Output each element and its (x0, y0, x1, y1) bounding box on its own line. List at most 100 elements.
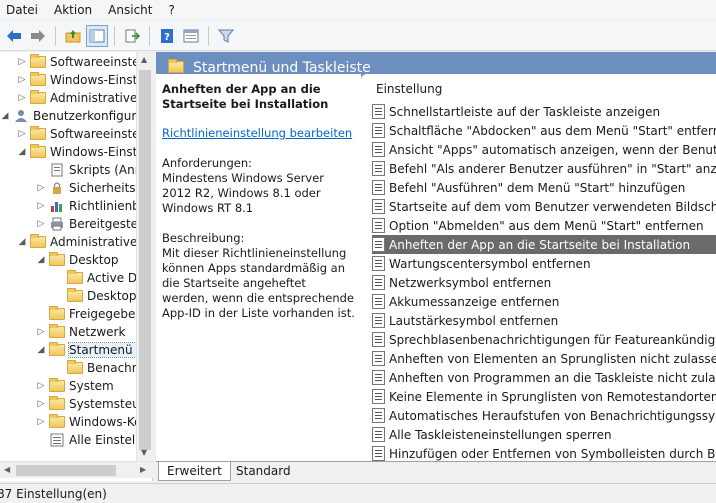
expand-arrow-icon[interactable]: ▷ (36, 399, 46, 409)
collapse-arrow-icon[interactable]: ◢ (0, 111, 10, 121)
tree-hscroll-thumb[interactable] (16, 465, 116, 476)
scroll-right-icon[interactable]: ▶ (140, 465, 146, 474)
tab-standard[interactable]: Standard (228, 462, 299, 481)
tree-item[interactable]: ▷ Richtlinienb (36, 197, 140, 215)
expand-arrow-icon[interactable]: ▷ (17, 57, 27, 67)
list-item-selected[interactable]: Anheften der App an die Startseite bei I… (372, 235, 716, 254)
expand-arrow-icon[interactable]: ▷ (36, 201, 46, 211)
menu-datei[interactable]: Datei (0, 3, 46, 17)
expand-arrow-icon[interactable]: ▷ (36, 327, 46, 337)
tree-item[interactable]: ▷ Bereitgestell (36, 215, 145, 233)
list-item[interactable]: Alle Taskleisteneinstellungen sperren (372, 425, 716, 444)
toolbar-separator (114, 25, 115, 46)
tree-item[interactable]: ◢ Windows-Einste (17, 143, 145, 161)
list-item[interactable]: Lautstärkesymbol entfernen (372, 311, 716, 330)
list-item[interactable]: Befehl "Als anderer Benutzer ausführen" … (372, 159, 716, 178)
tree-item[interactable]: ◢ Desktop (36, 251, 119, 269)
help-button[interactable]: ? (156, 25, 178, 47)
list-item[interactable]: Schnellstartleiste auf der Taskleiste an… (372, 102, 716, 121)
tree-item[interactable]: Active D (54, 269, 137, 287)
scroll-down-icon[interactable]: ▼ (141, 448, 147, 457)
properties-button[interactable] (180, 25, 202, 47)
collapse-arrow-icon[interactable]: ◢ (36, 255, 46, 265)
tree-item-label: Windows-Ko (69, 415, 142, 429)
column-header-setting[interactable]: Einstellung (361, 74, 716, 102)
tree-item-label: Sicherheitse (69, 181, 143, 195)
scroll-left-icon[interactable]: ◀ (4, 465, 10, 474)
list-item[interactable]: Hinzufügen oder Entfernen von Symbolleis… (372, 444, 716, 462)
menu-help[interactable]: ? (160, 3, 182, 17)
tree-item[interactable]: ▷ Netzwerk (36, 323, 125, 341)
edit-policy-link[interactable]: Richtlinieneinstellung bearbeiten (162, 126, 355, 141)
tree-horizontal-scrollbar[interactable]: ◀ ▶ (0, 461, 153, 478)
list-item[interactable]: Akkumessanzeige entfernen (372, 292, 716, 311)
requirements-label: Anforderungen: (162, 156, 252, 170)
forward-button[interactable] (27, 25, 49, 47)
tree-scroll-thumb[interactable] (139, 70, 151, 450)
tree-item-label: Skripts (Anm (69, 163, 147, 177)
tree-item[interactable]: ◢ Benutzerkonfigurat (0, 107, 149, 125)
tree-item[interactable]: ▷ Windows-Einste (17, 71, 145, 89)
expand-arrow-icon[interactable]: ▷ (36, 381, 46, 391)
list-item[interactable]: Automatisches Heraufstufen von Benachric… (372, 406, 716, 425)
expand-arrow-icon[interactable]: ▷ (36, 417, 46, 427)
tree-item[interactable]: ◢ Administrative V (17, 233, 149, 251)
folder-icon (30, 234, 46, 249)
expand-arrow-icon[interactable]: ▷ (17, 93, 27, 103)
tree-item[interactable]: Alle Einstellu (36, 431, 146, 449)
collapse-arrow-icon[interactable]: ◢ (36, 345, 46, 355)
expand-arrow-icon[interactable]: ▷ (17, 75, 27, 85)
toolbar-separator (208, 25, 209, 46)
tree-item[interactable]: ▷ Softwareeinstell (17, 53, 146, 71)
list-item[interactable]: Anheften von Programmen an die Taskleist… (372, 368, 716, 387)
folder-icon (67, 360, 83, 375)
menu-ansicht[interactable]: Ansicht (100, 3, 160, 17)
tree-item[interactable]: Freigegeben (36, 305, 143, 323)
settings-list-icon (49, 433, 65, 447)
up-folder-button[interactable] (62, 25, 84, 47)
policy-icon (372, 237, 385, 252)
list-item[interactable]: Startseite auf dem vom Benutzer verwende… (372, 197, 716, 216)
tree-item[interactable]: Benachri (54, 359, 140, 377)
policy-icon (372, 446, 385, 461)
tree-item-label: Freigegeben (69, 307, 144, 321)
list-item[interactable]: Sprechblasenbenachrichtigungen für Featu… (372, 330, 716, 349)
tree-vertical-scrollbar[interactable]: ▲ ▼ (136, 52, 153, 461)
tree-item[interactable]: Desktop (54, 287, 137, 305)
tree-item[interactable]: ▷ Administrative V (17, 89, 149, 107)
back-button[interactable] (3, 25, 25, 47)
collapse-arrow-icon[interactable]: ◢ (17, 147, 27, 157)
filter-button[interactable] (215, 25, 237, 47)
collapse-arrow-icon[interactable]: ◢ (17, 237, 27, 247)
tree-item-selected[interactable]: ◢ Startmenü u (36, 341, 146, 359)
list-item-label: Startseite auf dem vom Benutzer verwende… (389, 199, 716, 214)
folder-icon (30, 144, 46, 159)
tree-item-label: Desktop (87, 289, 137, 303)
list-item[interactable]: Option "Abmelden" aus dem Menü "Start" e… (372, 216, 716, 235)
list-item[interactable]: Anheften von Elementen an Sprunglisten n… (372, 349, 716, 368)
up-folder-icon (65, 29, 81, 42)
tab-erweitert[interactable]: Erweitert (158, 462, 231, 481)
tree-item[interactable]: ▷ Windows-Ko (36, 413, 142, 431)
list-item[interactable]: Befehl "Ausführen" dem Menü "Start" hinz… (372, 178, 716, 197)
scroll-up-icon[interactable]: ▲ (141, 55, 147, 64)
tree-item[interactable]: ▷ Systemsteue (36, 395, 147, 413)
tree-item[interactable]: Skripts (Anm (36, 161, 146, 179)
menu-aktion[interactable]: Aktion (46, 3, 100, 17)
tree-item[interactable]: ▷ Softwareeinstell (17, 125, 146, 143)
list-item[interactable]: Keine Elemente in Sprunglisten von Remot… (372, 387, 716, 406)
tree-item[interactable]: ▷ Sicherheitse (36, 179, 143, 197)
folder-icon (49, 414, 65, 429)
list-item[interactable]: Schaltfläche "Abdocken" aus dem Menü "St… (372, 121, 716, 140)
policy-icon (372, 142, 385, 157)
expand-arrow-icon[interactable]: ▷ (17, 129, 27, 139)
show-tree-button[interactable] (86, 24, 108, 47)
expand-arrow-icon[interactable]: ▷ (36, 219, 46, 229)
list-item[interactable]: Ansicht "Apps" automatisch anzeigen, wen… (372, 140, 716, 159)
expand-arrow-icon[interactable]: ▷ (36, 183, 46, 193)
tree-item[interactable]: ▷ System (36, 377, 114, 395)
list-item[interactable]: Wartungscentersymbol entfernen (372, 254, 716, 273)
list-item[interactable]: Netzwerksymbol entfernen (372, 273, 716, 292)
export-list-button[interactable] (121, 25, 143, 47)
status-text: 87 Einstellung(en) (0, 487, 107, 501)
